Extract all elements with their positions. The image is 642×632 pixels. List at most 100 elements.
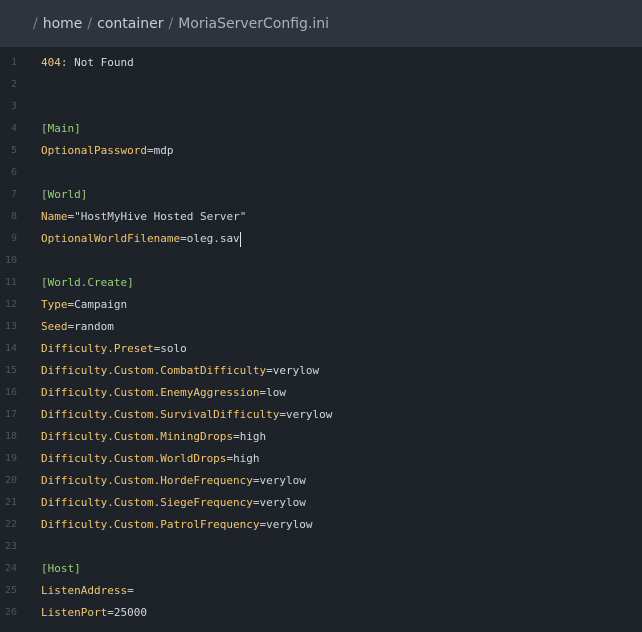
equals-sign: = bbox=[107, 606, 114, 619]
code-line[interactable]: 23 bbox=[0, 536, 642, 558]
code-line[interactable]: 14 Difficulty.Preset=solo bbox=[0, 338, 642, 360]
line-content: Seed=random bbox=[41, 316, 114, 338]
config-key: Difficulty.Custom.EnemyAggression bbox=[41, 386, 260, 399]
line-content: Difficulty.Custom.CombatDifficulty=veryl… bbox=[41, 360, 319, 382]
code-line[interactable]: 26 ListenPort=25000 bbox=[0, 602, 642, 624]
breadcrumb-home-link[interactable]: home bbox=[43, 16, 83, 32]
config-value: verylow bbox=[259, 496, 306, 509]
code-line[interactable]: 10 bbox=[0, 250, 642, 272]
config-key: Type bbox=[41, 298, 68, 311]
line-content: Difficulty.Custom.WorldDrops=high bbox=[41, 448, 260, 470]
line-number: 1 bbox=[10, 57, 17, 68]
line-number: 8 bbox=[10, 211, 17, 222]
line-content: [Main] bbox=[41, 118, 81, 140]
line-content: Type=Campaign bbox=[41, 294, 127, 316]
code-line[interactable]: 11 [World.Create] bbox=[0, 272, 642, 294]
config-value: "HostMyHive Hosted Server" bbox=[74, 210, 247, 223]
code-line[interactable]: 18 Difficulty.Custom.MiningDrops=high bbox=[0, 426, 642, 448]
line-content: Difficulty.Preset=solo bbox=[41, 338, 187, 360]
code-line[interactable]: 22 Difficulty.Custom.PatrolFrequency=very… bbox=[0, 514, 642, 536]
line-content: Difficulty.Custom.PatrolFrequency=verylo… bbox=[41, 514, 313, 536]
line-content: OptionalWorldFilename=oleg.sav bbox=[41, 228, 241, 250]
line-content: [World.Create] bbox=[41, 272, 134, 294]
line-number: 26 bbox=[4, 607, 17, 618]
line-content: Difficulty.Custom.EnemyAggression=low bbox=[41, 382, 286, 404]
code-line[interactable]: 9 OptionalWorldFilename=oleg.sav bbox=[0, 228, 642, 250]
equals-sign: = bbox=[127, 584, 134, 597]
breadcrumb-separator: / bbox=[33, 15, 38, 32]
config-value: solo bbox=[160, 342, 187, 355]
line-content: [World] bbox=[41, 184, 87, 206]
config-value: verylow bbox=[286, 408, 333, 421]
code-line[interactable]: 17 Difficulty.Custom.SurvivalDifficulty=v… bbox=[0, 404, 642, 426]
config-value: verylow bbox=[272, 364, 320, 377]
code-line[interactable]: 15 Difficulty.Custom.CombatDifficulty=ver… bbox=[0, 360, 642, 382]
code-editor[interactable]: 1 404: Not Found 2 3 4 [Main] 5 OptionalPasswor… bbox=[0, 52, 642, 632]
config-key: Difficulty.Custom.WorldDrops bbox=[41, 452, 227, 465]
text-cursor bbox=[239, 231, 241, 247]
code-line[interactable]: 7 [World] bbox=[0, 184, 642, 206]
code-line[interactable]: 5 OptionalPassword=mdp bbox=[0, 140, 642, 162]
code-line[interactable]: 8 Name="HostMyHive Hosted Server" bbox=[0, 206, 642, 228]
config-value: verylow bbox=[259, 474, 306, 487]
code-line[interactable]: 4 [Main] bbox=[0, 118, 642, 140]
line-content: Name="HostMyHive Hosted Server" bbox=[41, 206, 246, 228]
code-line[interactable]: 13 Seed=random bbox=[0, 316, 642, 338]
code-line[interactable]: 24 [Host] bbox=[0, 558, 642, 580]
code-line[interactable]: 20 Difficulty.Custom.HordeFrequency=veryl… bbox=[0, 470, 642, 492]
equals-sign: = bbox=[266, 364, 273, 377]
config-value: Campaign bbox=[74, 298, 128, 311]
config-key: Difficulty.Custom.HordeFrequency bbox=[41, 474, 253, 487]
line-number: 14 bbox=[4, 343, 17, 354]
section-header: [Host] bbox=[41, 562, 81, 575]
code-line[interactable]: 3 bbox=[0, 96, 642, 118]
config-key: Difficulty.Custom.CombatDifficulty bbox=[41, 364, 267, 377]
line-number: 18 bbox=[4, 431, 17, 442]
line-number: 6 bbox=[10, 167, 17, 178]
line-content: [Host] bbox=[41, 558, 81, 580]
breadcrumb-container-link[interactable]: container bbox=[97, 16, 163, 32]
line-content: ListenPort=25000 bbox=[41, 602, 147, 624]
line-content: OptionalPassword=mdp bbox=[41, 140, 173, 162]
line-number: 22 bbox=[4, 519, 17, 530]
code-line[interactable]: 2 bbox=[0, 74, 642, 96]
line-content: ListenAddress= bbox=[41, 580, 134, 602]
config-key: Seed bbox=[41, 320, 68, 333]
config-key: Name bbox=[41, 210, 68, 223]
config-value: oleg.sav bbox=[186, 232, 240, 245]
line-number: 24 bbox=[4, 563, 17, 574]
code-line[interactable]: 19 Difficulty.Custom.WorldDrops=high bbox=[0, 448, 642, 470]
line-number: 5 bbox=[10, 145, 17, 156]
code-line[interactable]: 21 Difficulty.Custom.SiegeFrequency=veryl… bbox=[0, 492, 642, 514]
line-number: 16 bbox=[4, 387, 17, 398]
line-number: 12 bbox=[4, 299, 17, 310]
config-key: 404 bbox=[41, 56, 61, 69]
config-key: Difficulty.Preset bbox=[41, 342, 154, 355]
breadcrumb-file-name: MoriaServerConfig.ini bbox=[178, 15, 330, 32]
line-number: 2 bbox=[10, 79, 17, 90]
breadcrumb-separator: / bbox=[168, 15, 174, 32]
config-key: Difficulty.Custom.MiningDrops bbox=[41, 430, 234, 443]
code-line[interactable]: 1 404: Not Found bbox=[0, 52, 642, 74]
code-line[interactable]: 16 Difficulty.Custom.EnemyAggression=low bbox=[0, 382, 642, 404]
line-content: 404: Not Found bbox=[41, 52, 134, 74]
line-number: 13 bbox=[4, 321, 17, 332]
code-line[interactable]: 6 bbox=[0, 162, 642, 184]
line-number: 17 bbox=[4, 409, 17, 420]
config-key: Difficulty.Custom.PatrolFrequency bbox=[41, 518, 260, 531]
config-key: Difficulty.Custom.SiegeFrequency bbox=[41, 496, 253, 509]
line-number: 4 bbox=[10, 123, 17, 134]
code-line[interactable]: 12 Type=Campaign bbox=[0, 294, 642, 316]
line-number: 21 bbox=[4, 497, 17, 508]
equals-sign: = bbox=[252, 474, 260, 487]
line-content: Difficulty.Custom.MiningDrops=high bbox=[41, 426, 266, 448]
equals-sign: = bbox=[180, 232, 187, 245]
line-number: 23 bbox=[4, 541, 17, 552]
line-number: 11 bbox=[4, 277, 17, 288]
config-value: verylow bbox=[266, 518, 313, 531]
breadcrumb: / home / container / MoriaServerConfig.i… bbox=[0, 0, 642, 47]
code-line[interactable]: 25 ListenAddress= bbox=[0, 580, 642, 602]
section-header: [World] bbox=[41, 188, 88, 201]
line-number: 25 bbox=[4, 585, 17, 596]
line-number: 7 bbox=[10, 189, 17, 200]
